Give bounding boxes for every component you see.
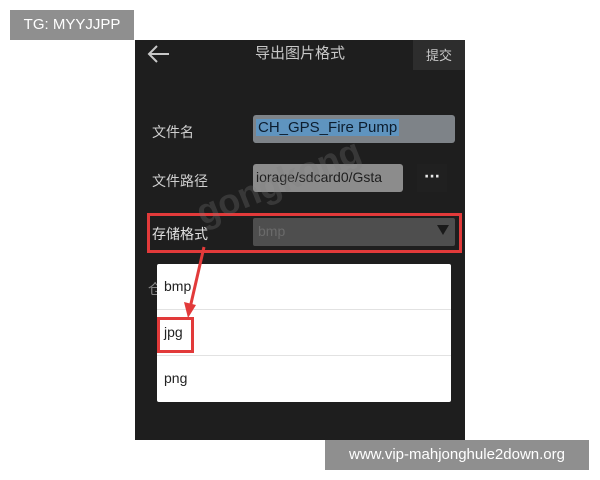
tg-tag: TG: MYYJJPP bbox=[10, 10, 134, 40]
option-bmp[interactable]: bmp bbox=[157, 264, 451, 310]
option-label: png bbox=[164, 370, 188, 386]
option-label: bmp bbox=[164, 278, 192, 294]
file-path-label: 文件路径 bbox=[152, 174, 208, 190]
submit-button[interactable]: 提交 bbox=[413, 40, 465, 70]
format-highlight-box bbox=[147, 213, 462, 253]
option-png[interactable]: png bbox=[157, 356, 451, 402]
phone-screen: 导出图片格式 提交 文件名 CH_GPS_Fire Pump 文件路径 iora… bbox=[135, 40, 465, 440]
submit-label: 提交 bbox=[425, 49, 452, 64]
url-tag: www.vip-mahjonghule2down.org bbox=[325, 440, 589, 470]
format-dropdown: bmp jpg png bbox=[157, 264, 451, 402]
file-name-label: 文件名 bbox=[152, 125, 194, 141]
file-name-value: CH_GPS_Fire Pump bbox=[256, 119, 400, 136]
top-bar: 导出图片格式 提交 bbox=[135, 40, 465, 70]
browse-path-button[interactable]: ··· bbox=[417, 164, 447, 192]
option-jpg[interactable]: jpg bbox=[157, 310, 451, 356]
jpg-highlight-box bbox=[157, 317, 194, 353]
